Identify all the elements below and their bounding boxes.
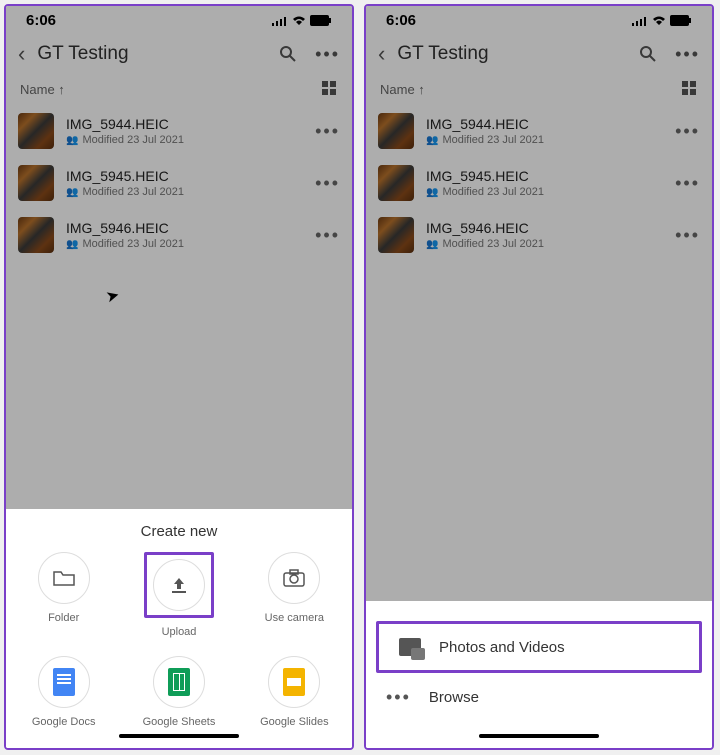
- file-name: IMG_5945.HEIC: [426, 168, 663, 184]
- photos-videos-icon: [399, 638, 421, 656]
- file-name: IMG_5944.HEIC: [66, 116, 303, 132]
- folder-icon: [53, 569, 75, 587]
- signal-icon: [272, 16, 288, 26]
- file-name: IMG_5946.HEIC: [66, 220, 303, 236]
- option-docs[interactable]: Google Docs: [6, 656, 121, 728]
- upload-source-sheet: Photos and Videos ••• Browse: [366, 601, 712, 748]
- back-icon[interactable]: ‹: [18, 41, 25, 67]
- file-thumbnail: [378, 217, 414, 253]
- option-browse[interactable]: ••• Browse: [366, 673, 712, 722]
- file-row[interactable]: IMG_5944.HEIC 👥Modified 23 Jul 2021 •••: [366, 105, 712, 157]
- phone-right: 6:06 ‹ GT Testing ••• Name ↑ IMG: [364, 4, 714, 750]
- option-photos-videos[interactable]: Photos and Videos: [376, 621, 702, 673]
- sort-row: Name ↑: [6, 77, 352, 105]
- more-icon[interactable]: •••: [675, 44, 700, 65]
- status-icons: [632, 15, 692, 26]
- status-bar: 6:06: [6, 6, 352, 31]
- option-upload[interactable]: Upload: [121, 552, 236, 638]
- file-thumbnail: [378, 113, 414, 149]
- file-row[interactable]: IMG_5945.HEIC 👥Modified 23 Jul 2021 •••: [366, 157, 712, 209]
- browse-icon: •••: [386, 687, 411, 708]
- wifi-icon: [652, 16, 666, 26]
- more-icon[interactable]: •••: [315, 44, 340, 65]
- status-time: 6:06: [386, 12, 416, 29]
- dimmed-content-area: 6:06 ‹ GT Testing ••• Name ↑ IMG: [366, 6, 712, 601]
- search-icon[interactable]: [279, 45, 297, 63]
- slides-icon: [283, 668, 305, 696]
- phone-left: 6:06 ‹ GT Testing ••• Name ↑ IMG: [4, 4, 354, 750]
- shared-icon: 👥: [66, 135, 78, 146]
- option-slides[interactable]: Google Slides: [237, 656, 352, 728]
- status-time: 6:06: [26, 12, 56, 29]
- shared-icon: 👥: [66, 239, 78, 250]
- status-bar: 6:06: [366, 6, 712, 31]
- home-indicator[interactable]: [479, 734, 599, 738]
- shared-icon: 👥: [426, 135, 438, 146]
- file-name: IMG_5944.HEIC: [426, 116, 663, 132]
- option-sheets[interactable]: Google Sheets: [121, 656, 236, 728]
- file-row[interactable]: IMG_5944.HEIC 👥Modified 23 Jul 2021 •••: [6, 105, 352, 157]
- option-camera[interactable]: Use camera: [237, 552, 352, 638]
- highlight-upload: [144, 552, 214, 618]
- shared-icon: 👥: [426, 239, 438, 250]
- sort-label[interactable]: Name ↑: [20, 82, 65, 97]
- file-thumbnail: [18, 217, 54, 253]
- file-row[interactable]: IMG_5946.HEIC 👥Modified 23 Jul 2021 •••: [366, 209, 712, 261]
- file-thumbnail: [18, 113, 54, 149]
- home-indicator[interactable]: [119, 734, 239, 738]
- folder-header: ‹ GT Testing •••: [6, 31, 352, 77]
- battery-icon: [310, 15, 332, 26]
- file-more-icon[interactable]: •••: [315, 173, 340, 194]
- folder-header: ‹ GT Testing •••: [366, 31, 712, 77]
- sort-row: Name ↑: [366, 77, 712, 105]
- dimmed-content-area: 6:06 ‹ GT Testing ••• Name ↑ IMG: [6, 6, 352, 509]
- view-toggle-icon[interactable]: [322, 81, 338, 97]
- file-row[interactable]: IMG_5945.HEIC 👥Modified 23 Jul 2021 •••: [6, 157, 352, 209]
- docs-icon: [53, 668, 75, 696]
- back-icon[interactable]: ‹: [378, 41, 385, 67]
- file-row[interactable]: IMG_5946.HEIC 👥Modified 23 Jul 2021 •••: [6, 209, 352, 261]
- camera-icon: [283, 569, 305, 587]
- sheets-icon: [168, 668, 190, 696]
- battery-icon: [670, 15, 692, 26]
- file-more-icon[interactable]: •••: [675, 121, 700, 142]
- folder-title: GT Testing: [397, 43, 627, 65]
- wifi-icon: [292, 16, 306, 26]
- signal-icon: [632, 16, 648, 26]
- cursor-icon: ➤: [104, 285, 122, 308]
- file-more-icon[interactable]: •••: [315, 225, 340, 246]
- file-thumbnail: [18, 165, 54, 201]
- shared-icon: 👥: [426, 187, 438, 198]
- folder-title: GT Testing: [37, 43, 267, 65]
- sheet-title: Create new: [6, 523, 352, 540]
- status-icons: [272, 15, 332, 26]
- file-more-icon[interactable]: •••: [675, 225, 700, 246]
- file-thumbnail: [378, 165, 414, 201]
- view-toggle-icon[interactable]: [682, 81, 698, 97]
- file-more-icon[interactable]: •••: [675, 173, 700, 194]
- search-icon[interactable]: [639, 45, 657, 63]
- option-folder[interactable]: Folder: [6, 552, 121, 638]
- shared-icon: 👥: [66, 187, 78, 198]
- file-name: IMG_5945.HEIC: [66, 168, 303, 184]
- upload-icon: [169, 575, 189, 595]
- create-new-sheet: Create new Folder Upload Use camera Goog…: [6, 509, 352, 748]
- sort-label[interactable]: Name ↑: [380, 82, 425, 97]
- file-name: IMG_5946.HEIC: [426, 220, 663, 236]
- file-more-icon[interactable]: •••: [315, 121, 340, 142]
